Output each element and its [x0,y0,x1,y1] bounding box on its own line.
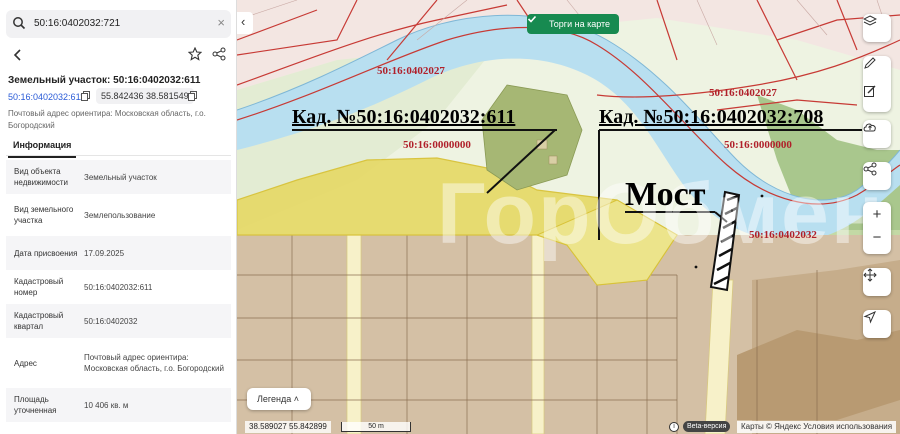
parcel-title: Земельный участок: 50:16:0402032:611 [8,75,201,86]
copy-coords-icon[interactable] [188,91,197,101]
check-icon [527,15,537,23]
cursor-coordinates: 38.589027 55.842899 [245,421,331,433]
table-row: Дата присвоения 17.09.2025 [6,236,231,270]
scale-bar: 50 m [341,422,411,432]
edit-button[interactable] [863,84,891,112]
auction-label: Торги на карте [549,19,611,29]
zoom-control[interactable]: + − [863,202,891,254]
locate-control[interactable] [863,310,891,338]
share-control[interactable] [863,162,891,190]
row-key: Кадастровый квартал [14,311,64,331]
search-icon [13,17,26,30]
chevron-up-icon: ˄ [293,394,300,404]
collapse-panel-button[interactable]: ‹ [237,12,253,34]
annotation-parcel-611: Кад. №50:16:0402032:611 [292,106,516,128]
draw-tools[interactable] [863,56,891,112]
row-value: 10 406 кв. м [84,400,129,410]
pencil-icon [864,57,876,69]
auction-map-toggle[interactable]: Торги на карте [527,14,620,34]
navigation-arrow-icon [863,311,876,324]
table-row: Вид объекта недвижимости Земельный участо… [6,160,231,194]
back-arrow-icon[interactable] [10,47,26,63]
share-icon [863,162,877,176]
info-panel: 50:16:0402032:721 × Земельный участок: 5… [0,0,237,434]
zoom-out-button[interactable]: − [863,229,891,246]
annotation-parcel-708: Кад. №50:16:0402032:708 [599,106,824,128]
cadastral-label: 50:16:0000000 [724,139,792,151]
layers-button[interactable] [863,14,891,42]
row-key: Площадь уточненная [14,395,57,415]
upload-control[interactable] [863,120,891,148]
cadastral-label: 50:16:0402027 [377,65,445,77]
legend-label: Легенда [257,394,292,404]
parcel-address: Почтовый адрес ориентира: Московская обл… [8,109,206,130]
ruler-button[interactable] [863,56,891,84]
table-row: Кадастровый квартал 50:16:0402032 [6,304,231,338]
copy-icon[interactable] [81,91,90,101]
cadastral-label: 50:16:0000000 [403,139,471,151]
row-value: 50:16:0402032 [84,316,138,326]
table-row: Площадь уточненная 10 406 кв. м [6,388,231,422]
zoom-in-button[interactable]: + [863,206,891,223]
row-value: 50:16:0402032:611 [84,282,153,292]
map-copyright[interactable]: Карты © Яндекс Условия использования [737,421,897,433]
row-key: Вид земельного участка [14,205,74,225]
cadastral-label: 50:16:0402032 [749,229,817,241]
cadastral-number-link[interactable]: 50:16:0402032:611 [8,92,85,102]
map-share-button[interactable] [863,162,891,190]
row-value: Почтовый адрес ориентира: Московская обл… [84,353,224,373]
row-value: Землепользование [84,210,156,220]
upload-button[interactable] [863,120,891,148]
search-input[interactable]: 50:16:0402032:721 [34,18,120,29]
table-row: Кадастровый номер 50:16:0402032:611 [6,270,231,304]
move-icon [863,268,877,282]
chevron-left-icon: ‹ [241,14,246,29]
legend-button[interactable]: Легенда ˄ [247,388,311,410]
table-row: Вид земельного участка Землепользование [6,194,231,236]
row-key: Адрес [14,358,37,368]
cloud-upload-icon [863,123,876,132]
layers-icon [863,15,877,26]
row-key: Кадастровый номер [14,277,64,297]
tab-divider [6,155,231,156]
row-value: Земельный участок [84,172,157,182]
info-table: Вид объекта недвижимости Земельный участо… [6,160,231,422]
move-button[interactable] [863,268,891,296]
beta-badge: Beta-версия [683,421,731,432]
row-value: 17.09.2025 [84,248,125,258]
share-icon[interactable] [212,47,226,61]
edit-icon [864,85,876,97]
clear-search-icon[interactable]: × [217,15,225,30]
row-key: Вид объекта недвижимости [14,167,68,187]
coordinates-badge[interactable]: 55.842436 38.581549 [96,88,194,104]
geolocation-button[interactable] [863,310,891,338]
pan-control[interactable] [863,268,891,296]
star-icon[interactable] [188,47,202,61]
info-icon[interactable]: i [669,422,679,432]
table-row: Адрес Почтовый адрес ориентира: Московска… [6,338,231,388]
app-root: 50:16:0402032:721 × Земельный участок: 5… [0,0,900,434]
row-key: Дата присвоения [14,248,78,258]
cadastral-label: 50:16:0402027 [709,87,777,99]
map-canvas[interactable]: ГорОбмен 50:16:0402027 50:16:0402027 50:… [237,0,900,434]
annotation-bridge: Мост [625,176,706,213]
layers-control[interactable] [863,14,891,42]
search-box[interactable]: 50:16:0402032:721 × [6,10,231,38]
